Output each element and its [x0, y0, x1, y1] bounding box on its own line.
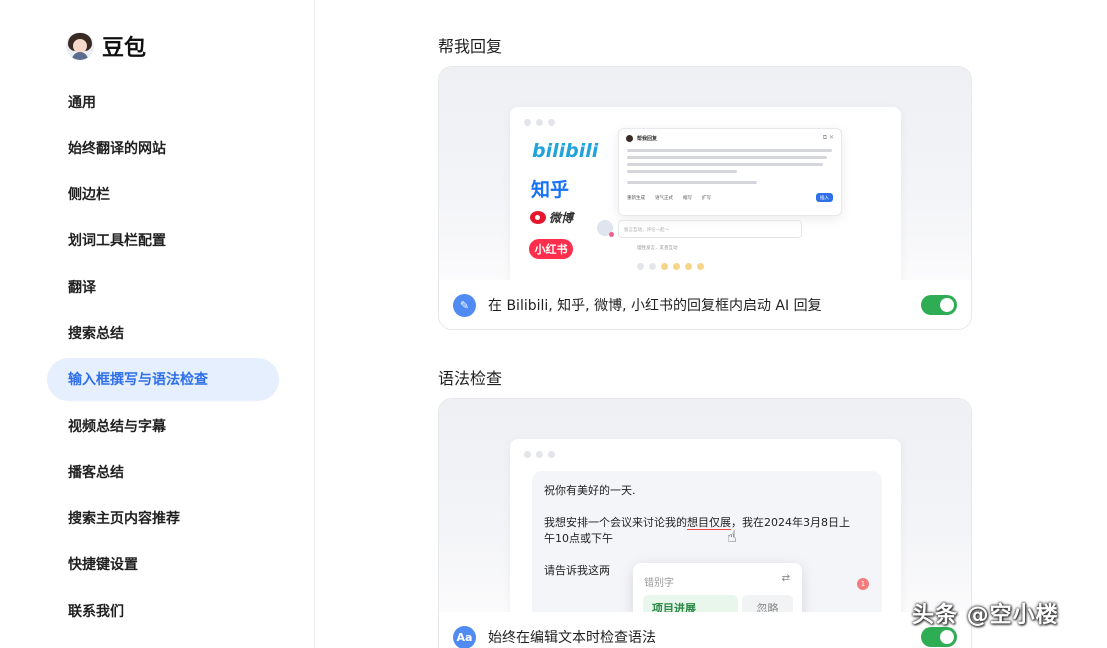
grammar-setting-label: 始终在编辑文本时检查语法 — [488, 630, 656, 646]
bilibili-logo: bilibili — [532, 140, 599, 162]
sidebar-item-shortcuts[interactable]: 快捷键设置 — [47, 543, 279, 586]
sidebar-nav: 通用 始终翻译的网站 侧边栏 划词工具栏配置 翻译 搜索总结 输入框撰写与语法检… — [47, 80, 279, 636]
suggestion-ignore: 忽略 — [742, 595, 793, 612]
shorten-tool: 缩写 — [683, 196, 692, 201]
reply-popup: 帮我回复 ⧉ ✕ 重新生成 语气正式 缩写 扩写 插入 — [618, 128, 842, 216]
reply-popup-tools: 重新生成 语气正式 缩写 扩写 — [627, 195, 711, 201]
text-line-1: 祝你有美好的一天. — [544, 484, 636, 497]
window-dots — [524, 119, 555, 126]
sidebar-item-homepage-recommend[interactable]: 搜索主页内容推荐 — [47, 497, 279, 540]
suggestion-type-label: 错别字 — [644, 578, 674, 589]
reply-setting-label: 在 Bilibili, 知乎, 微博, 小红书的回复框内启动 AI 回复 — [488, 298, 822, 314]
brand-name: 豆包 — [102, 36, 147, 61]
text-line — [627, 149, 832, 152]
magic-wand-icon: ✎ — [453, 293, 476, 317]
sidebar-item-sidebar[interactable]: 侧边栏 — [47, 173, 279, 216]
text-line — [627, 163, 823, 166]
watermark: 头条 @空小楼 — [912, 603, 1059, 628]
expand-tool: 扩写 — [702, 196, 711, 201]
xiaohongshu-logo: 小红书 — [529, 239, 573, 259]
reply-preview: bilibili 知乎 微博 小红书 帮我回复 ⧉ ✕ 重新生成 语气正式 缩写… — [439, 67, 971, 280]
comment-input: 留言互动，评论一起～ — [618, 220, 802, 238]
text-editor-panel: 祝你有美好的一天. 我想安排一个会议来讨论我的想目仅展，我在2024年3月8日上… — [532, 471, 882, 612]
brand: 豆包 — [66, 30, 146, 62]
text-line — [627, 170, 737, 173]
grammar-section-title: 语法检查 — [438, 369, 503, 388]
emoji-row — [637, 263, 704, 270]
close-icon: ⧉ ✕ — [822, 134, 834, 141]
sidebar-item-always-translate-sites[interactable]: 始终翻译的网站 — [47, 126, 279, 169]
sidebar: 豆包 通用 始终翻译的网站 侧边栏 划词工具栏配置 翻译 搜索总结 输入框撰写与… — [0, 0, 315, 648]
sidebar-item-input-writing-grammar[interactable]: 输入框撰写与语法检查 — [47, 357, 279, 401]
grammar-aa-icon: Aa — [453, 625, 476, 648]
hand-cursor-icon: ☝ — [727, 527, 737, 546]
zhihu-logo: 知乎 — [531, 179, 570, 201]
grammar-preview: 祝你有美好的一天. 我想安排一个会议来讨论我的想目仅展，我在2024年3月8日上… — [439, 399, 971, 612]
reply-toggle[interactable] — [921, 295, 957, 315]
suggestion-accept: 项目进展 — [643, 595, 738, 612]
reply-setting-row: ✎ 在 Bilibili, 知乎, 微博, 小红书的回复框内启动 AI 回复 — [439, 280, 971, 329]
sidebar-item-translate[interactable]: 翻译 — [47, 265, 279, 308]
regenerate-tool: 重新生成 — [627, 196, 645, 201]
sidebar-item-search-summary[interactable]: 搜索总结 — [47, 311, 279, 354]
error-count-badge: 1 — [857, 578, 869, 590]
doubao-avatar-icon — [66, 32, 94, 60]
grammar-toggle[interactable] — [921, 627, 957, 647]
sidebar-item-video-summary[interactable]: 视频总结与字幕 — [47, 404, 279, 447]
sidebar-item-general[interactable]: 通用 — [47, 80, 279, 123]
window-dots — [524, 451, 555, 458]
doubao-mini-icon — [626, 135, 633, 142]
reply-popup-header: 帮我回复 — [626, 135, 657, 142]
grammar-setting-row: Aa 始终在编辑文本时检查语法 — [439, 612, 971, 648]
tone-tool: 语气正式 — [655, 196, 673, 201]
grammar-preview-window: 祝你有美好的一天. 我想安排一个会议来讨论我的想目仅展，我在2024年3月8日上… — [510, 439, 901, 612]
text-line-3: 午10点或下午 — [544, 532, 613, 545]
text-line — [627, 156, 827, 159]
reply-section-title: 帮我回复 — [438, 37, 503, 56]
sidebar-item-podcast-summary[interactable]: 播客总结 — [47, 450, 279, 493]
error-word: 想目仅展 — [687, 516, 731, 530]
comment-hint: 理性发言，友善互动 — [637, 246, 678, 251]
main-content: 帮我回复 bilibili 知乎 微博 小红书 帮我回复 ⧉ ✕ 重新生成 语气… — [315, 0, 1107, 648]
sidebar-item-selection-toolbar[interactable]: 划词工具栏配置 — [47, 219, 279, 262]
text-line-2: 我想安排一个会议来讨论我的想目仅展，我在2024年3月8日上 — [544, 516, 850, 530]
grammar-card: 祝你有美好的一天. 我想安排一个会议来讨论我的想目仅展，我在2024年3月8日上… — [438, 398, 972, 648]
comment-avatar — [597, 220, 614, 237]
suggestion-popup: 错别字 ⇄ 项目进展 忽略 — [633, 563, 802, 612]
weibo-icon — [530, 211, 546, 224]
sidebar-item-contact-us[interactable]: 联系我们 — [47, 589, 279, 632]
reply-card: bilibili 知乎 微博 小红书 帮我回复 ⧉ ✕ 重新生成 语气正式 缩写… — [438, 66, 972, 330]
text-line-4: 请告诉我这两 — [544, 564, 610, 577]
reply-preview-window: bilibili 知乎 微博 小红书 帮我回复 ⧉ ✕ 重新生成 语气正式 缩写… — [510, 107, 901, 280]
weibo-logo: 微博 — [530, 209, 573, 226]
text-line — [627, 181, 757, 184]
settings-sliders-icon: ⇄ — [781, 573, 790, 584]
insert-button: 插入 — [816, 193, 833, 202]
